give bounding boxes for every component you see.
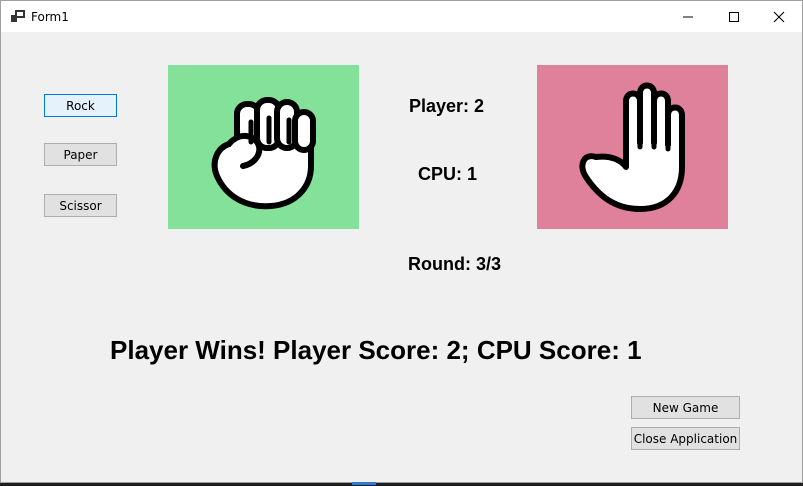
close-icon [773, 11, 785, 22]
minimize-icon [683, 16, 693, 17]
fist-rock-icon [211, 97, 316, 210]
cpu-choice-picture [537, 65, 728, 229]
close-button[interactable] [756, 1, 802, 32]
title-bar[interactable]: Form1 [1, 1, 802, 32]
taskbar-highlight [352, 482, 376, 485]
result-message: Player Wins! Player Score: 2; CPU Score:… [110, 335, 642, 365]
maximize-button[interactable] [711, 1, 757, 32]
maximize-icon [729, 11, 739, 22]
window-title: Form1 [31, 10, 69, 24]
close-application-button[interactable]: Close Application [631, 427, 740, 450]
paper-button[interactable]: Paper [44, 143, 117, 166]
player-choice-picture [168, 65, 359, 229]
round-label: Round: 3/3 [408, 254, 501, 274]
rock-button[interactable]: Rock [44, 94, 117, 117]
new-game-button[interactable]: New Game [631, 396, 740, 419]
cpu-score-label: CPU: 1 [418, 164, 478, 184]
player-score-label: Player: 2 [409, 96, 485, 116]
minimize-button[interactable] [665, 1, 711, 32]
open-hand-paper-icon [578, 82, 685, 212]
app-window: Form1 Rock Paper Scissor Player: 2 CPU: … [0, 0, 803, 483]
form-app-icon [11, 10, 25, 22]
scissor-button[interactable]: Scissor [44, 194, 117, 217]
